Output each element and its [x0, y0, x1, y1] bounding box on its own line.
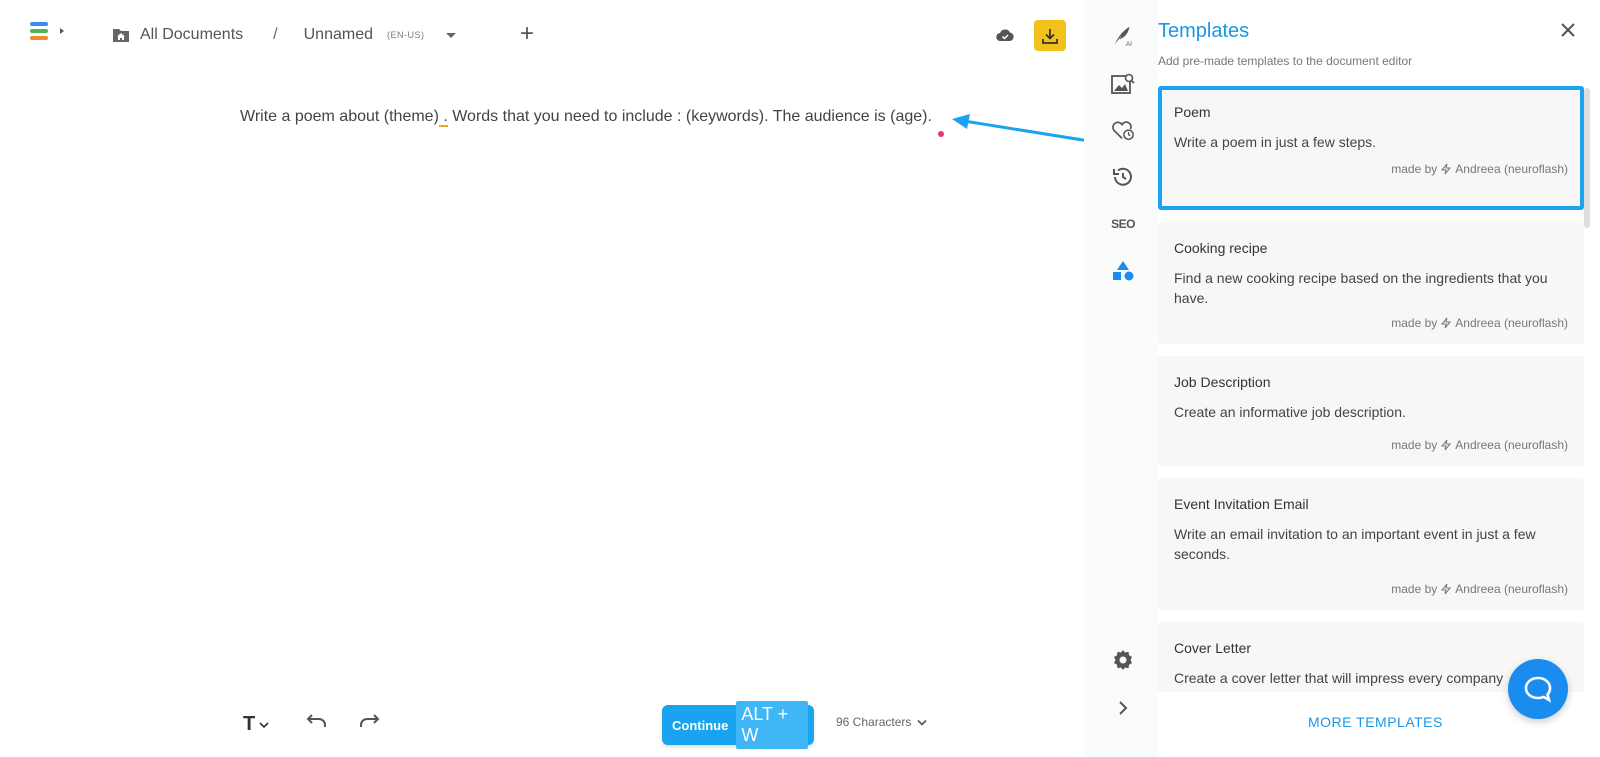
continue-shortcut: ALT + W [736, 701, 808, 749]
lightning-icon [1441, 583, 1452, 595]
template-description: Write a poem in just a few steps. [1174, 134, 1377, 150]
app: All Documents / Unnamed (EN-US) + Write … [0, 0, 1600, 757]
cloud-sync-icon[interactable] [996, 28, 1014, 47]
lightning-icon [1441, 163, 1452, 175]
chat-support-button[interactable] [1508, 659, 1568, 719]
template-name: Cooking recipe [1174, 240, 1268, 256]
character-count: 96 Characters [836, 715, 912, 729]
template-author: made by Andreea (neuroflash) [1391, 438, 1568, 452]
more-templates-button[interactable]: MORE TEMPLATES [1308, 714, 1443, 730]
editor-text-segment: Words that you need to include : (keywor… [447, 108, 932, 125]
redo-button[interactable] [358, 714, 380, 733]
template-description: Write an email invitation to an importan… [1174, 526, 1536, 562]
breadcrumb-separator: / [273, 26, 278, 43]
template-card-job-description[interactable]: Job Description Create an informative jo… [1158, 356, 1584, 466]
editor-content[interactable]: Write a poem about (theme) . Words that … [240, 108, 932, 127]
templates-panel: Templates Add pre-made templates to the … [1158, 0, 1600, 757]
close-panel-button[interactable] [1560, 22, 1576, 43]
template-card-cooking-recipe[interactable]: Cooking recipe Find a new cooking recipe… [1158, 222, 1584, 344]
folder-home-icon [113, 29, 129, 42]
panel-subtitle: Add pre-made templates to the document e… [1158, 54, 1413, 68]
made-by-label: made by [1391, 316, 1438, 330]
ai-writer-icon[interactable]: AI [1111, 24, 1135, 48]
menu-icon[interactable] [30, 22, 70, 42]
text-format-icon: T [243, 713, 256, 735]
favorites-history-icon[interactable] [1111, 119, 1135, 143]
language-badge: (EN-US) [386, 30, 425, 40]
download-button[interactable] [1034, 20, 1066, 51]
chevron-down-icon [917, 719, 927, 726]
shapes-icon[interactable] [1111, 259, 1135, 283]
close-icon [1561, 23, 1575, 37]
chat-bubble-icon [1524, 676, 1552, 703]
template-author: made by Andreea (neuroflash) [1391, 162, 1568, 176]
author-name: Andreea (neuroflash) [1455, 316, 1568, 330]
panel-title: Templates [1158, 20, 1250, 42]
continue-button[interactable]: Continue ALT + W [662, 701, 814, 749]
template-name: Poem [1174, 104, 1211, 120]
template-name: Job Description [1174, 374, 1271, 390]
all-documents-link[interactable]: All Documents [112, 26, 243, 44]
tool-rail: AI SEO [1084, 0, 1158, 757]
template-card-event-invitation-email[interactable]: Event Invitation Email Write an email in… [1158, 478, 1584, 610]
document-name[interactable]: Unnamed [304, 26, 373, 44]
template-description: Find a new cooking recipe based on the i… [1174, 270, 1548, 306]
undo-button[interactable] [306, 714, 328, 733]
template-author: made by Andreea (neuroflash) [1391, 582, 1568, 596]
text-format-dropdown[interactable]: T [243, 713, 269, 736]
continue-label: Continue [672, 717, 729, 733]
redo-icon [360, 714, 380, 727]
chevron-down-icon[interactable] [446, 32, 457, 38]
breadcrumb: All Documents / Unnamed (EN-US) [112, 22, 457, 48]
cursor-indicator [938, 131, 944, 137]
template-name: Cover Letter [1174, 640, 1252, 656]
add-document-button[interactable]: + [520, 22, 534, 46]
undo-icon [306, 714, 326, 727]
expand-chevron-icon[interactable] [1111, 696, 1135, 720]
seo-icon[interactable]: SEO [1111, 212, 1135, 236]
made-by-label: made by [1391, 582, 1438, 596]
history-icon[interactable] [1111, 165, 1135, 189]
spelling-underline: . [438, 108, 448, 127]
made-by-label: made by [1391, 162, 1438, 176]
author-name: Andreea (neuroflash) [1455, 162, 1568, 176]
template-card-poem[interactable]: Poem Write a poem in just a few steps. m… [1158, 86, 1584, 210]
template-name: Event Invitation Email [1174, 496, 1309, 512]
template-list: Poem Write a poem in just a few steps. m… [1158, 86, 1588, 692]
svg-text:AI: AI [1126, 41, 1132, 48]
author-name: Andreea (neuroflash) [1455, 438, 1568, 452]
chevron-down-icon [259, 721, 269, 728]
lightning-icon [1441, 317, 1452, 329]
download-icon [1042, 28, 1058, 44]
editor-text-segment: Write a poem about (theme) [240, 108, 439, 125]
lightning-icon [1441, 439, 1452, 451]
all-documents-label: All Documents [140, 26, 244, 43]
author-name: Andreea (neuroflash) [1455, 582, 1568, 596]
template-list-scrollbar[interactable] [1584, 88, 1590, 228]
image-search-icon[interactable] [1111, 72, 1135, 96]
character-count-dropdown[interactable]: 96 Characters [836, 715, 927, 729]
settings-gear-icon[interactable] [1111, 648, 1135, 672]
template-description: Create an informative job description. [1174, 404, 1406, 420]
template-author: made by Andreea (neuroflash) [1391, 316, 1568, 330]
made-by-label: made by [1391, 438, 1438, 452]
